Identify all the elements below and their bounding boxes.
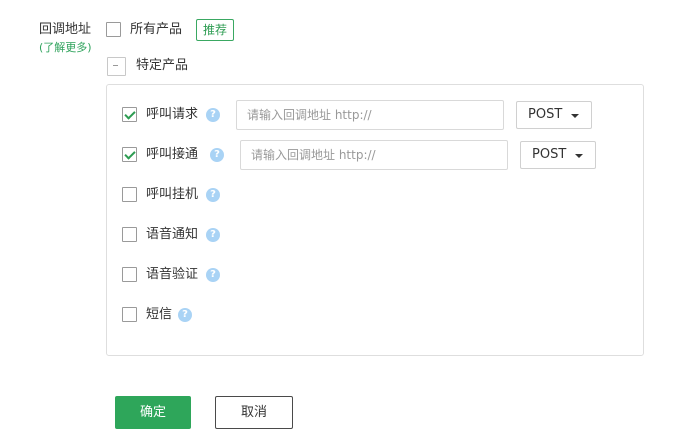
- specific-products-checkbox[interactable]: [107, 57, 126, 76]
- learn-more-link[interactable]: (了解更多): [39, 40, 92, 56]
- call-request-checkbox[interactable]: [122, 107, 137, 122]
- specific-products-label: 特定产品: [136, 58, 189, 73]
- call-request-method-select[interactable]: POST: [516, 101, 592, 129]
- chevron-down-icon: [571, 114, 579, 118]
- call-connect-checkbox[interactable]: [122, 147, 137, 162]
- question-circle-icon[interactable]: ?: [206, 108, 220, 122]
- call-connect-url-input[interactable]: [240, 140, 508, 170]
- recommended-badge: 推荐: [196, 19, 235, 41]
- sms-label: 短信: [146, 307, 173, 322]
- call-request-label: 呼叫请求: [146, 107, 199, 122]
- method-value: POST: [528, 107, 563, 122]
- question-circle-icon[interactable]: ?: [178, 308, 192, 322]
- confirm-button[interactable]: 确定: [115, 396, 191, 429]
- chevron-down-icon: [575, 154, 583, 158]
- call-connect-label: 呼叫接通: [146, 147, 199, 162]
- call-request-url-input[interactable]: [236, 100, 504, 130]
- sms-checkbox[interactable]: [122, 307, 137, 322]
- all-products-checkbox[interactable]: [106, 22, 121, 37]
- callback-url-label: 回调地址: [39, 22, 92, 37]
- voice-notify-label: 语音通知: [146, 227, 199, 242]
- voice-verify-label: 语音验证: [146, 267, 199, 282]
- call-hangup-label: 呼叫挂机: [146, 187, 199, 202]
- cancel-button[interactable]: 取消: [215, 396, 293, 429]
- all-products-label: 所有产品: [130, 22, 183, 37]
- question-circle-icon[interactable]: ?: [206, 188, 220, 202]
- voice-notify-checkbox[interactable]: [122, 227, 137, 242]
- method-value: POST: [532, 147, 567, 162]
- voice-verify-checkbox[interactable]: [122, 267, 137, 282]
- question-circle-icon[interactable]: ?: [210, 148, 224, 162]
- question-circle-icon[interactable]: ?: [206, 268, 220, 282]
- call-connect-method-select[interactable]: POST: [520, 141, 596, 169]
- question-circle-icon[interactable]: ?: [206, 228, 220, 242]
- call-hangup-checkbox[interactable]: [122, 187, 137, 202]
